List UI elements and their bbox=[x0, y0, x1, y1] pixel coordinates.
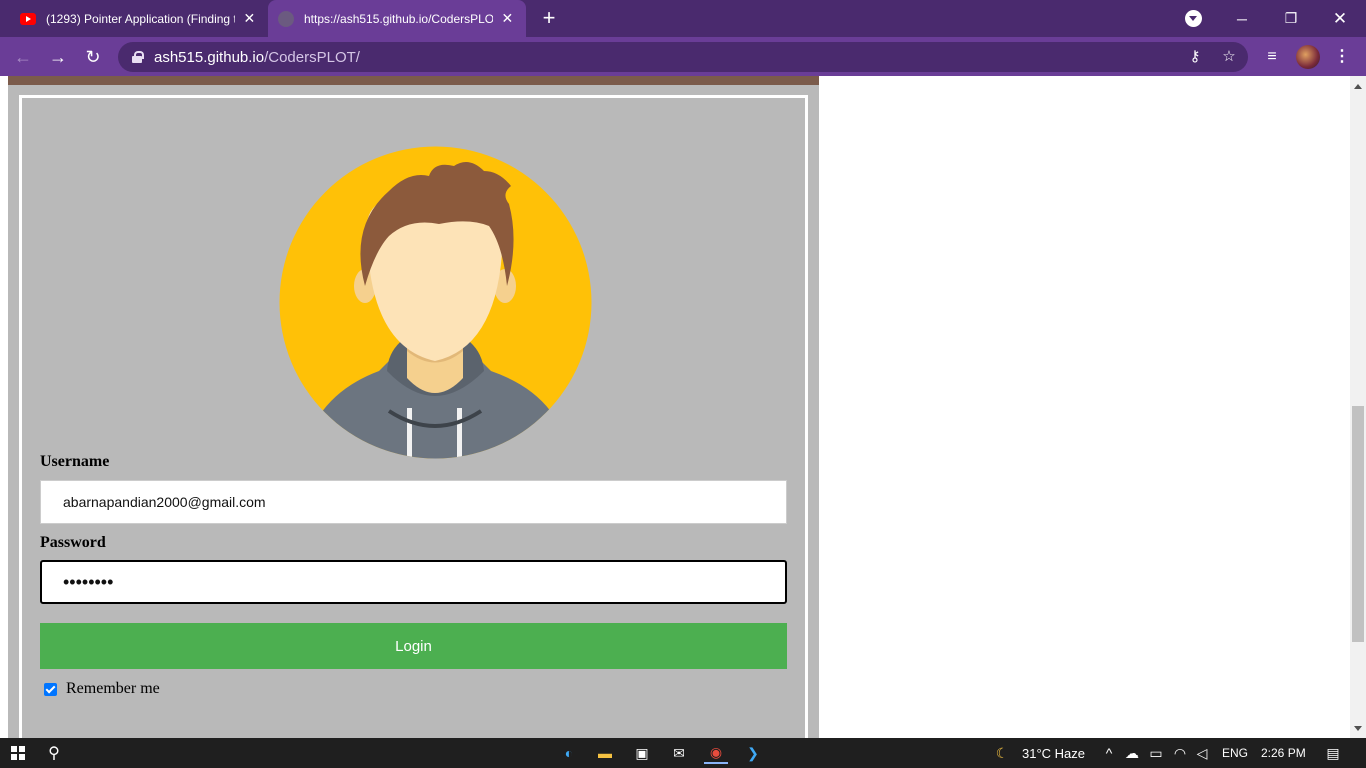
password-value: •••••••• bbox=[63, 572, 114, 592]
volume-icon[interactable]: ◁ bbox=[1190, 742, 1214, 764]
tab-coders-plot[interactable]: https://ash515.github.io/CodersPLOT ✕ bbox=[268, 0, 526, 37]
username-value: abarnapandian2000@gmail.com bbox=[63, 494, 266, 510]
tab-title: (1293) Pointer Application (Finding t bbox=[46, 11, 235, 26]
close-window-button[interactable]: ✕ bbox=[1316, 0, 1364, 37]
lock-icon[interactable] bbox=[132, 51, 144, 63]
close-tab-icon[interactable]: ✕ bbox=[241, 10, 258, 28]
login-button[interactable]: Login bbox=[40, 623, 787, 669]
remember-me-row: Remember me bbox=[44, 680, 160, 698]
language-indicator[interactable]: ENG bbox=[1222, 746, 1248, 760]
restore-button[interactable]: ❐ bbox=[1267, 0, 1315, 37]
back-arrow-icon[interactable]: ← bbox=[11, 45, 35, 69]
login-form: Username abarnapandian2000@gmail.com Pas… bbox=[19, 95, 808, 738]
clock-time[interactable]: 2:26 PM bbox=[1261, 746, 1306, 760]
username-label: Username bbox=[40, 453, 110, 470]
search-icon[interactable]: ⚲ bbox=[42, 742, 66, 764]
url-host: ash515.github.io bbox=[154, 49, 265, 66]
address-bar[interactable]: ash515.github.io/CodersPLOT/ ⚷ ☆ bbox=[118, 42, 1248, 72]
browser-tab-strip: (1293) Pointer Application (Finding t ✕ … bbox=[0, 0, 1366, 37]
url-text: ash515.github.io/CodersPLOT/ bbox=[154, 49, 360, 66]
tab-youtube[interactable]: (1293) Pointer Application (Finding t ✕ bbox=[10, 0, 268, 37]
weather-text[interactable]: 31°C Haze bbox=[1022, 746, 1085, 761]
profile-avatar[interactable] bbox=[1296, 45, 1320, 69]
browser-toolbar: ← → ↻ ash515.github.io/CodersPLOT/ ⚷ ☆ ≡… bbox=[0, 37, 1366, 76]
weather-moon-icon: ☾ bbox=[995, 744, 1009, 761]
user-avatar-image bbox=[279, 146, 592, 459]
header-image-edge bbox=[8, 76, 819, 85]
reload-icon[interactable]: ↻ bbox=[81, 45, 105, 69]
tab-search-icon[interactable] bbox=[1185, 10, 1202, 27]
minimize-button[interactable]: ─ bbox=[1218, 0, 1266, 37]
store-icon[interactable]: ▣ bbox=[630, 742, 654, 764]
new-tab-button[interactable]: + bbox=[538, 7, 560, 29]
battery-icon[interactable]: ▭ bbox=[1144, 742, 1168, 764]
file-explorer-icon[interactable]: ▬ bbox=[593, 742, 617, 764]
scroll-up-icon[interactable] bbox=[1354, 84, 1362, 89]
mail-icon[interactable]: ✉ bbox=[667, 742, 691, 764]
password-label: Password bbox=[40, 534, 106, 551]
page-scrollbar[interactable] bbox=[1350, 76, 1366, 738]
url-path: /CodersPLOT/ bbox=[264, 49, 360, 66]
menu-kebab-icon[interactable]: ⋮ bbox=[1330, 45, 1354, 69]
tab-title: https://ash515.github.io/CodersPLOT bbox=[304, 11, 493, 26]
vscode-icon[interactable]: ❯ bbox=[741, 742, 765, 764]
globe-icon bbox=[278, 10, 294, 27]
remember-me-checkbox[interactable] bbox=[44, 682, 57, 696]
username-input[interactable]: abarnapandian2000@gmail.com bbox=[40, 480, 787, 524]
youtube-icon bbox=[20, 12, 36, 25]
bookmark-star-icon[interactable]: ☆ bbox=[1220, 48, 1238, 66]
remember-me-label: Remember me bbox=[66, 680, 160, 697]
windows-taskbar: ⚲ ◐ ▬ ▣ ✉ ◉ ❯ ☾ 31°C Haze ^ ☁ ▭ ◠ ◁ ENG … bbox=[0, 738, 1366, 768]
scroll-down-icon[interactable] bbox=[1354, 726, 1362, 731]
password-input[interactable]: •••••••• bbox=[40, 560, 787, 604]
key-icon[interactable]: ⚷ bbox=[1186, 48, 1204, 66]
close-tab-icon[interactable]: ✕ bbox=[499, 10, 516, 28]
scroll-thumb[interactable] bbox=[1352, 406, 1364, 642]
notifications-icon[interactable]: ▤ bbox=[1321, 742, 1345, 764]
windows-start-icon[interactable] bbox=[11, 746, 25, 760]
chevron-up-icon[interactable]: ^ bbox=[1097, 742, 1121, 764]
cloud-icon[interactable]: ☁ bbox=[1120, 742, 1144, 764]
chrome-icon[interactable]: ◉ bbox=[704, 742, 728, 764]
media-queue-icon[interactable]: ≡ bbox=[1260, 45, 1284, 69]
forward-arrow-icon[interactable]: → bbox=[46, 45, 70, 69]
web-page: Username abarnapandian2000@gmail.com Pas… bbox=[0, 76, 1350, 738]
wifi-icon[interactable]: ◠ bbox=[1168, 742, 1192, 764]
edge-browser-icon[interactable]: ◐ bbox=[557, 742, 581, 764]
